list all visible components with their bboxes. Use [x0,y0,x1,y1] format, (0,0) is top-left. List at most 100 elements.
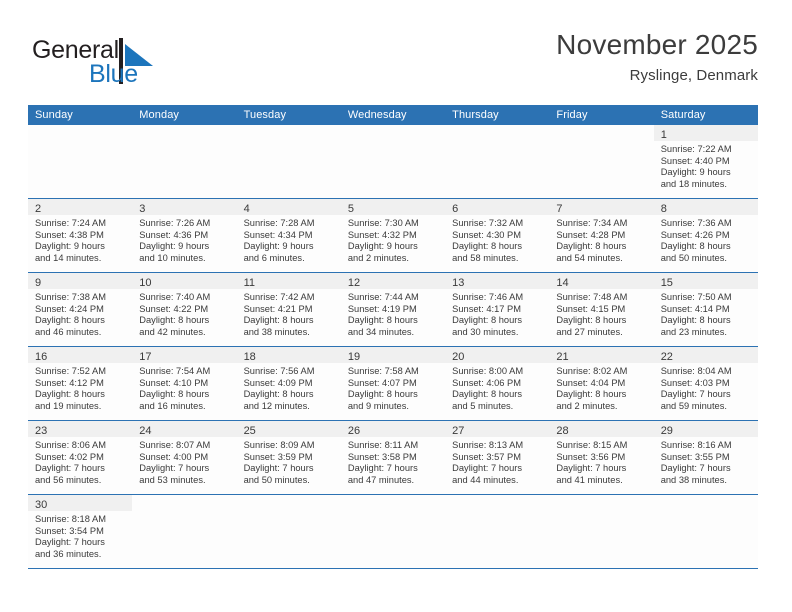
day-cell[interactable]: 2 Sunrise: 7:24 AM Sunset: 4:38 PM Daylight… [28,199,133,272]
daylight-text-cont: and 10 minutes. [139,252,206,263]
day-number: 3 [139,203,146,215]
sunset-text: Sunset: 4:38 PM [35,229,104,240]
day-number-band: 11 [236,273,341,289]
day-cell[interactable]: 25 Sunrise: 8:09 AM Sunset: 3:59 PM Dayligh… [236,421,341,494]
day-cell[interactable]: 15 Sunrise: 7:50 AM Sunset: 4:14 PM Dayligh… [653,273,758,346]
day-number-band: 6 [445,199,550,215]
day-cell[interactable]: 27 Sunrise: 8:13 AM Sunset: 3:57 PM Dayligh… [445,421,550,494]
day-cell-empty [132,495,237,568]
day-cell[interactable]: 5 Sunrise: 7:30 AM Sunset: 4:32 PM Daylight… [340,199,446,272]
day-number-band: 15 [653,273,758,289]
sunset-text: Sunset: 3:57 PM [452,451,522,462]
daylight-text-cont: and 36 minutes. [35,548,102,559]
day-number: 19 [347,351,361,363]
day-details [445,511,549,518]
day-cell[interactable]: 11 Sunrise: 7:42 AM Sunset: 4:21 PM Dayligh… [236,273,341,346]
day-number-band: 21 [549,347,654,363]
day-number-band: 24 [132,421,237,437]
day-number: 8 [660,203,667,215]
day-cell[interactable]: 1 Sunrise: 7:22 AM Sunset: 4:40 PM Daylight… [653,125,758,198]
day-cell[interactable]: 16 Sunrise: 7:52 AM Sunset: 4:12 PM Dayligh… [28,347,133,420]
day-cell[interactable]: 13 Sunrise: 7:46 AM Sunset: 4:17 PM Dayligh… [445,273,550,346]
weekday-monday: Monday [139,109,180,121]
daylight-text-cont: and 46 minutes. [35,326,102,337]
day-number-band [28,125,133,141]
daylight-text-cont: and 2 minutes. [347,252,409,263]
day-cell[interactable]: 9 Sunrise: 7:38 AM Sunset: 4:24 PM Daylight… [28,273,133,346]
day-cell[interactable]: 12 Sunrise: 7:44 AM Sunset: 4:19 PM Dayligh… [340,273,446,346]
day-number: 16 [35,351,48,363]
day-cell[interactable]: 19 Sunrise: 7:58 AM Sunset: 4:07 PM Dayligh… [340,347,446,420]
day-number-band: 14 [549,273,654,289]
day-cell[interactable]: 28 Sunrise: 8:15 AM Sunset: 3:56 PM Dayligh… [549,421,654,494]
day-cell[interactable]: 14 Sunrise: 7:48 AM Sunset: 4:15 PM Dayligh… [549,273,654,346]
sunset-text: Sunset: 4:07 PM [347,377,417,388]
day-details: Sunrise: 8:15 AM Sunset: 3:56 PM Daylight:… [549,437,653,490]
day-details [341,511,445,518]
daylight-text: Daylight: 9 hours [660,167,731,178]
day-number: 25 [243,425,256,437]
day-cell[interactable]: 17 Sunrise: 7:54 AM Sunset: 4:10 PM Dayligh… [132,347,237,420]
day-details [341,141,445,148]
daylight-text: Daylight: 7 hours [243,463,314,474]
day-number: 22 [660,351,673,363]
daylight-text-cont: and 38 minutes. [243,326,310,337]
sunrise-text: Sunrise: 8:15 AM [556,440,628,450]
day-cell[interactable]: 22 Sunrise: 8:04 AM Sunset: 4:03 PM Dayligh… [653,347,758,420]
day-details: Sunrise: 7:58 AM Sunset: 4:07 PM Daylight:… [341,363,445,416]
daylight-text-cont: and 50 minutes. [243,474,310,485]
day-cell[interactable]: 10 Sunrise: 7:40 AM Sunset: 4:22 PM Dayligh… [132,273,237,346]
day-number-band [549,125,654,141]
sunrise-text: Sunrise: 7:38 AM [35,292,106,302]
sunset-text: Sunset: 4:24 PM [35,303,104,314]
day-cell[interactable]: 29 Sunrise: 8:16 AM Sunset: 3:55 PM Dayligh… [653,421,758,494]
sunset-text: Sunset: 4:12 PM [35,377,104,388]
daylight-text-cont: and 14 minutes. [35,252,102,263]
day-details: Sunrise: 7:36 AM Sunset: 4:26 PM Daylight:… [654,215,758,268]
daylight-text: Daylight: 7 hours [556,463,627,474]
sunset-text: Sunset: 4:14 PM [660,303,730,314]
day-cell[interactable]: 3 Sunrise: 7:26 AM Sunset: 4:36 PM Daylight… [132,199,237,272]
day-number: 6 [452,203,459,215]
weekday-sunday: Sunday [35,109,73,121]
daylight-text: Daylight: 8 hours [452,241,523,252]
daylight-text: Daylight: 8 hours [347,389,418,400]
day-cell[interactable]: 20 Sunrise: 8:00 AM Sunset: 4:06 PM Dayligh… [445,347,550,420]
sunrise-text: Sunrise: 7:56 AM [243,366,315,376]
day-cell[interactable]: 21 Sunrise: 8:02 AM Sunset: 4:04 PM Dayligh… [549,347,654,420]
day-cell-empty [28,125,133,198]
day-number: 20 [452,351,465,363]
day-number: 17 [139,351,152,363]
daylight-text: Daylight: 8 hours [347,315,418,326]
daylight-text-cont: and 18 minutes. [660,178,727,189]
day-cell[interactable]: 23 Sunrise: 8:06 AM Sunset: 4:02 PM Dayligh… [28,421,133,494]
day-number: 2 [35,203,42,215]
day-number-band: 9 [28,273,133,289]
day-cell[interactable]: 30 Sunrise: 8:18 AM Sunset: 3:54 PM Dayligh… [28,495,133,568]
daylight-text: Daylight: 8 hours [660,315,731,326]
daylight-text-cont: and 6 minutes. [243,252,305,263]
day-cell[interactable]: 8 Sunrise: 7:36 AM Sunset: 4:26 PM Daylight… [653,199,758,272]
day-cell[interactable]: 4 Sunrise: 7:28 AM Sunset: 4:34 PM Daylight… [236,199,341,272]
calendar-grid: Sunday Monday Tuesday Wednesday Thursday… [28,105,758,569]
daylight-text-cont: and 44 minutes. [452,474,519,485]
sunset-text: Sunset: 4:40 PM [660,155,730,166]
sunset-text: Sunset: 4:03 PM [660,377,730,388]
day-details [549,511,653,518]
sunrise-text: Sunrise: 7:42 AM [243,292,315,302]
day-cell[interactable]: 26 Sunrise: 8:11 AM Sunset: 3:58 PM Dayligh… [340,421,446,494]
day-details: Sunrise: 7:52 AM Sunset: 4:12 PM Daylight:… [28,363,132,416]
daylight-text: Daylight: 8 hours [139,315,210,326]
day-cell[interactable]: 7 Sunrise: 7:34 AM Sunset: 4:28 PM Daylight… [549,199,654,272]
day-cell[interactable]: 24 Sunrise: 8:07 AM Sunset: 4:00 PM Dayligh… [132,421,237,494]
sunset-text: Sunset: 3:58 PM [347,451,417,462]
day-number-band: 12 [340,273,446,289]
day-cell[interactable]: 18 Sunrise: 7:56 AM Sunset: 4:09 PM Dayligh… [236,347,341,420]
day-number-band: 2 [28,199,133,215]
weekday-saturday: Saturday [660,109,706,121]
day-details [654,511,758,518]
sunrise-text: Sunrise: 8:00 AM [452,366,524,376]
day-cell[interactable]: 6 Sunrise: 7:32 AM Sunset: 4:30 PM Daylight… [445,199,550,272]
day-details: Sunrise: 8:00 AM Sunset: 4:06 PM Daylight:… [445,363,549,416]
day-number-band: 1 [653,125,758,141]
